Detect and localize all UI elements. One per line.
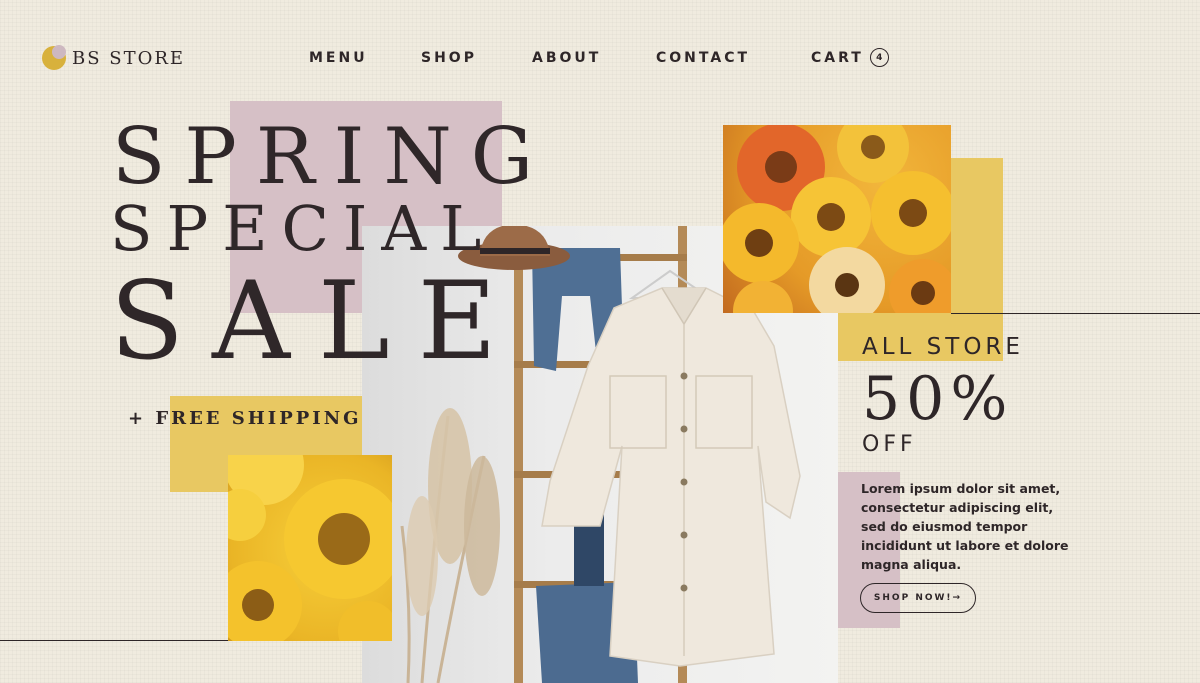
flowers-image-top: [723, 125, 951, 313]
cart-count-badge: 4: [869, 48, 889, 67]
promo-description: Lorem ipsum dolor sit amet, consectetur …: [861, 481, 1069, 572]
brand-logo[interactable]: BS STORE: [40, 40, 210, 76]
divider-line-left: [0, 640, 230, 641]
nav-menu[interactable]: MENU: [309, 50, 368, 66]
headline-special: SPECIAL: [110, 192, 496, 265]
flowers-image-bottom: [228, 455, 392, 641]
off-label: OFF: [862, 432, 917, 457]
headline-sale: SALE: [110, 259, 525, 384]
nav-about[interactable]: ABOUT: [532, 50, 601, 66]
all-store-label: ALL STORE: [862, 334, 1024, 360]
shop-now-button[interactable]: SHOP NOW!→: [860, 583, 976, 613]
divider-line-right: [951, 313, 1200, 314]
brand-name: BS STORE: [72, 47, 186, 69]
nav-shop[interactable]: SHOP: [421, 50, 477, 66]
discount-percent: 50%: [862, 364, 1014, 434]
logo-icon: [40, 43, 70, 73]
nav-cart[interactable]: CART 4: [811, 48, 889, 67]
cart-label: CART: [811, 49, 864, 66]
nav-contact[interactable]: CONTACT: [656, 50, 750, 66]
headline-spring: SPRING: [112, 112, 553, 202]
free-shipping-label: + FREE SHIPPING: [128, 408, 362, 429]
